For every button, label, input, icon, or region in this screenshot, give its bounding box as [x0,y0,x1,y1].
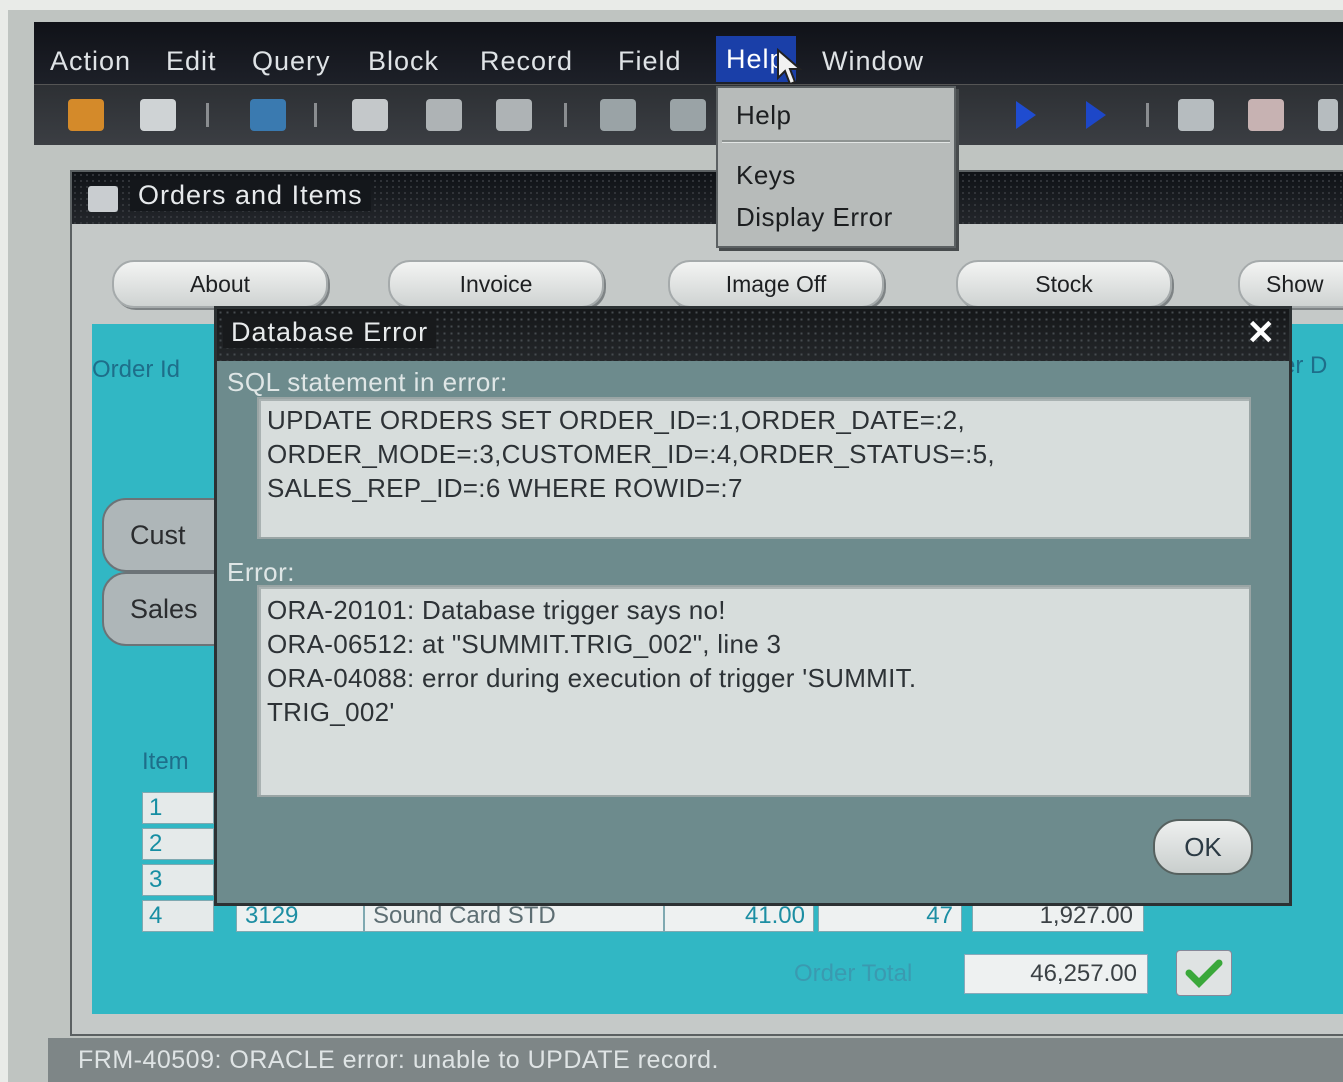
sql-label: SQL statement in error: [227,367,508,397]
error-line: TRIG_002' [267,697,395,727]
save-icon[interactable] [68,99,104,131]
item-row-number[interactable]: 4 [142,900,214,932]
last-record-icon[interactable] [1086,101,1106,129]
close-icon[interactable]: ✕ [1247,313,1276,353]
screen: Action Edit Query Block Record Field Hel… [8,10,1343,1082]
error-label: Error: [227,557,295,587]
copy-icon[interactable] [426,99,462,131]
execute-query-icon[interactable] [670,99,706,131]
toolbar-separator [1146,103,1149,127]
toolbar-separator [564,103,567,127]
toolbar-separator [314,103,317,127]
window-title: Orders and Items [130,180,371,211]
menu-window[interactable]: Window [822,46,924,77]
menu-field[interactable]: Field [618,46,682,77]
status-bar-message: FRM-40509: ORACLE error: unable to UPDAT… [48,1038,1343,1082]
exit-icon[interactable] [250,99,286,131]
error-message-box[interactable]: ORA-20101: Database trigger says no! ORA… [257,585,1251,797]
help-dropdown-menu: Help Keys Display Error [716,86,956,248]
cut-icon[interactable] [352,99,388,131]
item-row-number[interactable]: 3 [142,864,214,896]
menu-record[interactable]: Record [480,46,573,77]
dialog-title-bar: Database Error ✕ [217,309,1289,361]
error-line: ORA-04088: error during execution of tri… [267,663,917,693]
toolbar-separator [206,103,209,127]
order-total-label: Order Total [794,960,913,987]
database-error-dialog: Database Error ✕ SQL statement in error:… [214,306,1292,906]
items-label: Item [142,748,189,775]
menu-item-keys[interactable]: Keys [736,160,796,191]
invoice-button[interactable]: Invoice [388,260,604,308]
show-button[interactable]: Show [1238,260,1343,308]
menu-query[interactable]: Query [252,46,331,77]
checkmark-icon [1185,959,1223,988]
error-line: ORA-06512: at "SUMMIT.TRIG_002", line 3 [267,629,782,659]
menu-bar: Action Edit Query Block Record Field Hel… [34,22,1343,84]
sql-statement-box[interactable]: UPDATE ORDERS SET ORDER_ID=:1,ORDER_DATE… [257,397,1251,539]
commit-button[interactable] [1176,950,1232,996]
about-button[interactable]: About [112,260,328,308]
menu-item-help[interactable]: Help [736,100,791,131]
delete-record-icon[interactable] [1248,99,1284,131]
sql-line: ORDER_MODE=:3,CUSTOMER_ID=:4,ORDER_STATU… [267,439,995,469]
paste-icon[interactable] [496,99,532,131]
menu-edit[interactable]: Edit [166,46,217,77]
toolbar [34,84,1343,145]
sql-line: SALES_REP_ID=:6 WHERE ROWID=:7 [267,473,743,503]
stock-button[interactable]: Stock [956,260,1172,308]
mouse-pointer-icon [777,48,803,86]
image-off-button[interactable]: Image Off [668,260,884,308]
window-title-bar: Orders and Items [72,172,1343,224]
insert-record-icon[interactable] [1178,99,1214,131]
menu-divider [722,140,950,143]
item-row-number[interactable]: 1 [142,792,214,824]
print-icon[interactable] [140,99,176,131]
form-icon [88,186,118,212]
menu-item-display-error[interactable]: Display Error [736,202,893,233]
enter-query-icon[interactable] [600,99,636,131]
sql-line: UPDATE ORDERS SET ORDER_ID=:1,ORDER_DATE… [267,405,966,435]
menu-action[interactable]: Action [50,46,131,77]
item-row-number[interactable]: 2 [142,828,214,860]
help-icon[interactable] [1318,99,1338,131]
order-total-field: 46,257.00 [964,954,1148,994]
error-line: ORA-20101: Database trigger says no! [267,595,726,625]
ok-button[interactable]: OK [1153,819,1253,875]
dialog-title: Database Error [223,317,437,348]
menu-block[interactable]: Block [368,46,439,77]
order-id-label: Order Id [92,356,181,383]
next-record-icon[interactable] [1016,101,1036,129]
